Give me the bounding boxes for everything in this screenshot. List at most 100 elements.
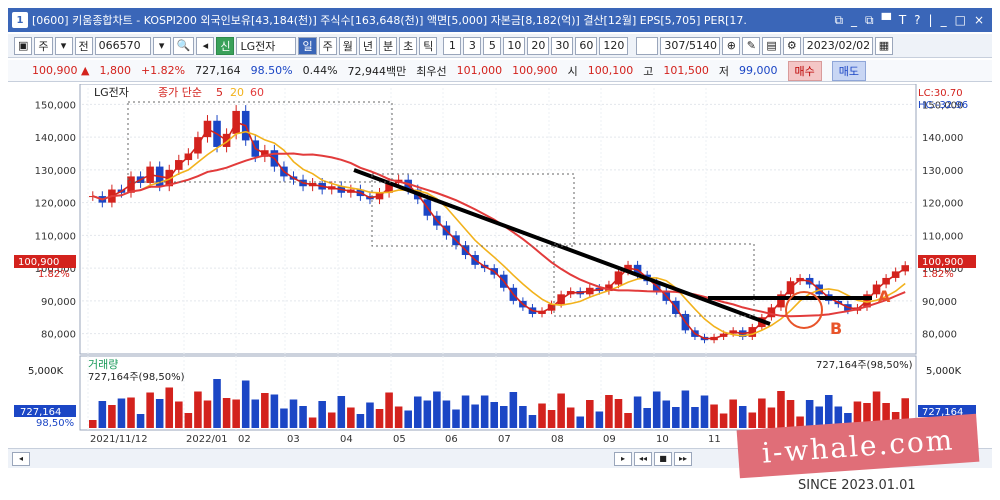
price-chart-svg[interactable]: 150,000 150,000140,000 140,000130,000 130,0… <box>8 83 992 446</box>
volume-bar-29 <box>366 402 374 428</box>
since-label: SINCE 2023.01.01 <box>798 478 916 493</box>
x-axis-ticks: 2021/11/12 2022/01 02 03 04 05 06 07 08 09 10 11 <box>90 434 721 445</box>
window-button-7[interactable]: _ <box>941 13 947 28</box>
volume-bar-31 <box>385 392 393 428</box>
window-button-3[interactable]: ▀ <box>882 13 891 28</box>
volume-bar-43 <box>500 406 508 428</box>
search-icon[interactable]: 🔍 <box>172 36 195 55</box>
volume-bar-14 <box>222 398 231 428</box>
y-tick-right-3: 120,000 <box>922 199 963 210</box>
window-button-1[interactable]: _ <box>851 13 857 28</box>
y-tick-right-2: 130,000 <box>922 166 963 177</box>
prev-button[interactable]: 전 <box>74 36 93 55</box>
volume-bar-7 <box>155 399 164 428</box>
annotation-b: B <box>830 319 842 338</box>
y-tick-left-2: 130,000 <box>35 166 76 177</box>
count-field[interactable]: 307/5140 <box>660 36 721 55</box>
volume-bar-69 <box>748 412 757 428</box>
last-price-right: 100,900 <box>922 257 963 268</box>
period-button-0[interactable]: 일 <box>298 36 317 55</box>
volume-bar-47 <box>538 403 546 428</box>
current-price: 100,900 ▲ <box>32 64 90 77</box>
tools-icon[interactable]: ✎ <box>742 36 761 55</box>
period-button-2[interactable]: 월 <box>338 36 357 55</box>
stock-name-field[interactable]: LG전자 <box>236 36 297 55</box>
volume-bar-39 <box>461 395 470 428</box>
window-button-4[interactable]: T <box>899 13 906 28</box>
interval-button-3[interactable]: 10 <box>503 36 526 55</box>
open-price: 100,100 <box>587 64 634 77</box>
interval-button-6[interactable]: 60 <box>575 36 598 55</box>
volume-bar-60 <box>662 400 671 428</box>
volume-bar-55 <box>614 399 623 428</box>
signal-badge[interactable]: 신 <box>216 36 235 55</box>
volume-bar-1 <box>98 401 107 428</box>
volume-bar-40 <box>471 404 479 428</box>
y-tick-right-1: 140,000 <box>922 133 963 144</box>
sound-icon[interactable]: ◂ <box>196 36 215 55</box>
period-button-5[interactable]: 초 <box>399 36 418 55</box>
volume-bar-5 <box>136 414 145 428</box>
volume-bar-21 <box>289 399 298 428</box>
volume-bar-22 <box>299 406 307 428</box>
last-pct-left: 1.82% <box>38 269 70 280</box>
volume-bar-73 <box>786 400 795 428</box>
window-button-5[interactable]: ? <box>914 13 920 28</box>
volume-bar-2 <box>108 405 116 428</box>
forward-icon[interactable]: ▸▸ <box>674 451 692 466</box>
period-button-3[interactable]: 년 <box>358 36 377 55</box>
window-button-6[interactable]: | <box>929 13 933 28</box>
date-field[interactable]: 2023/02/02 <box>802 36 873 55</box>
chart-area[interactable]: 150,000 150,000 140,000 140,000 130,000 130,0… <box>8 83 992 464</box>
window-button-8[interactable]: □ <box>955 13 966 28</box>
volume-bar-4 <box>127 397 135 428</box>
interval-button-5[interactable]: 30 <box>551 36 574 55</box>
stop-icon[interactable]: ■ <box>654 451 672 466</box>
best-bid: 100,900 <box>512 64 558 77</box>
sell-button[interactable]: 매도 <box>831 60 867 81</box>
interval-button-0[interactable]: 1 <box>443 36 462 55</box>
volume-bar-10 <box>184 413 193 428</box>
period-button-4[interactable]: 분 <box>378 36 398 55</box>
zoom-icon[interactable]: ⊕ <box>722 36 741 55</box>
gear-icon[interactable]: ⚙ <box>782 36 801 55</box>
volume-pct-left: 98,50% <box>36 418 74 429</box>
x-tick-11: 11 <box>708 434 721 445</box>
chart-toolbar: ▣ 주 ▾ 전 066570 ▾ 🔍 ◂ 신 LG전자 일주월년분초틱 1351… <box>8 34 992 58</box>
layout-icon[interactable]: ▣ <box>14 36 33 55</box>
hc-label: HC:-32.96 <box>918 100 968 111</box>
calendar-icon[interactable]: ▦ <box>874 36 894 55</box>
volume-bar-23 <box>308 417 317 428</box>
period-button-6[interactable]: 틱 <box>419 36 438 55</box>
volume-bar-75 <box>805 400 814 428</box>
interval-input[interactable] <box>636 36 659 55</box>
interval-button-1[interactable]: 3 <box>463 36 482 55</box>
window-button-2[interactable]: ⧉ <box>865 13 874 28</box>
stock-code-input[interactable]: 066570 <box>94 36 151 55</box>
price-info-bar: 100,900 ▲ 1,800 +1.82% 727,164 98.50% 0.… <box>8 60 992 82</box>
volume-bar-68 <box>738 406 747 428</box>
code-dropdown-icon[interactable]: ▾ <box>152 36 171 55</box>
volume-bar-20 <box>280 408 288 428</box>
window-controls: ⧉ _ ⧉ ▀ T? | _ □ × <box>834 13 992 28</box>
ma-label-60: 60 <box>250 86 264 99</box>
window-button-0[interactable]: ⧉ <box>834 13 843 28</box>
period-button-1[interactable]: 주 <box>318 36 337 55</box>
volume-bar-64 <box>700 395 709 428</box>
interval-button-7[interactable]: 120 <box>599 36 629 55</box>
volume-bar-57 <box>633 396 642 428</box>
volume-bar-27 <box>347 407 355 428</box>
buy-button[interactable]: 매수 <box>787 60 822 81</box>
scroll-left-icon[interactable]: ◂ <box>12 451 30 466</box>
interval-button-4[interactable]: 20 <box>527 36 550 55</box>
window-button-9[interactable]: × <box>974 13 984 28</box>
save-icon[interactable]: ▤ <box>762 36 781 55</box>
market-select[interactable]: 주 <box>34 36 53 55</box>
volume-label: 거래량 <box>88 358 118 371</box>
play-icon[interactable]: ▸ <box>614 451 632 466</box>
trade-amount: 72,944백만 <box>347 64 407 78</box>
volume-bar-13 <box>213 379 221 428</box>
rewind-icon[interactable]: ◂◂ <box>634 451 652 466</box>
interval-button-2[interactable]: 5 <box>483 36 502 55</box>
chevron-down-icon[interactable]: ▾ <box>54 36 73 55</box>
